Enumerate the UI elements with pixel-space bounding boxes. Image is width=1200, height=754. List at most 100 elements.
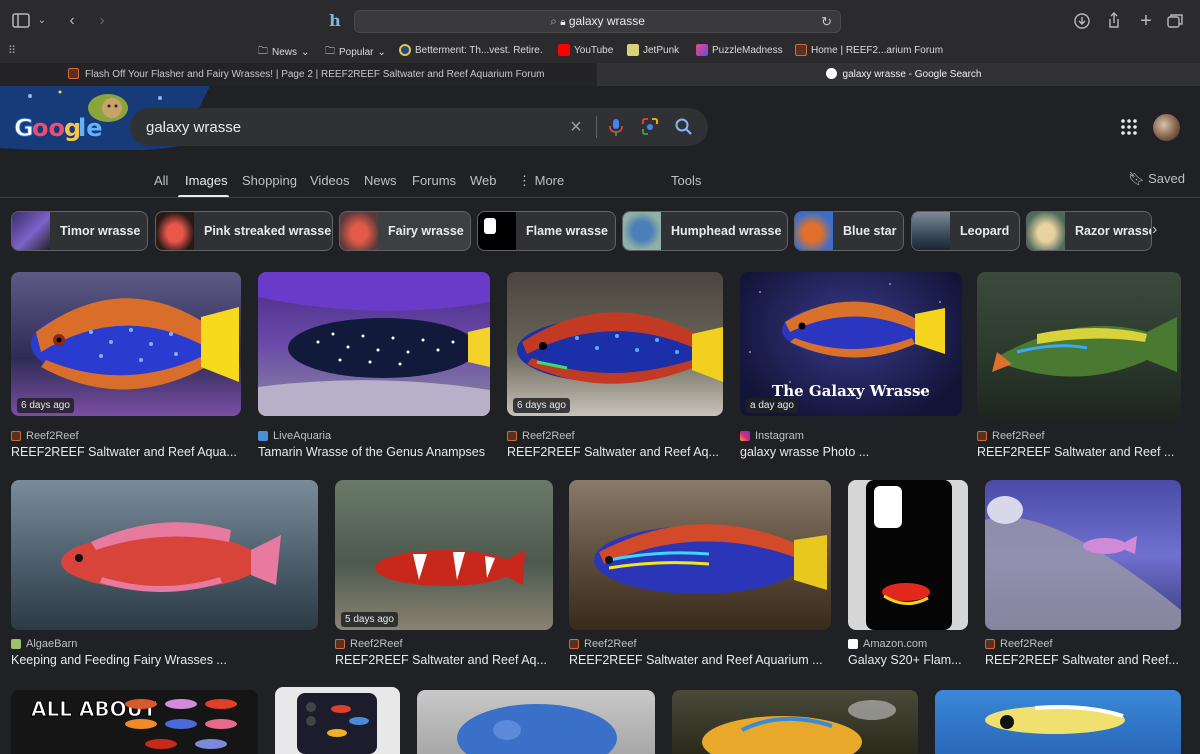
result-source[interactable]: Reef2Reef xyxy=(507,430,575,442)
new-tab-icon[interactable]: + xyxy=(1136,10,1156,32)
clear-icon[interactable]: × xyxy=(566,116,586,138)
result-title[interactable]: REEF2REEF Saltwater and Reef Aquarium ..… xyxy=(569,653,831,667)
favorite-reef2reef[interactable]: Home | REEF2...arium Forum xyxy=(795,44,943,56)
favorite-news[interactable]: 🗀︎ News ⌄ xyxy=(258,44,309,61)
result-title[interactable]: Galaxy S20+ Flam... xyxy=(848,653,968,667)
result-title[interactable]: REEF2REEF Saltwater and Reef ... xyxy=(977,445,1181,459)
image-result[interactable]: 5 days ago Reef2Reef REEF2REEF Saltwater… xyxy=(335,480,553,670)
result-title[interactable]: REEF2REEF Saltwater and Reef... xyxy=(985,653,1181,667)
result-title[interactable]: galaxy wrasse Photo ... xyxy=(740,445,962,459)
image-result[interactable]: The Galaxy Wrasse a day ago Instagram ga… xyxy=(740,272,962,462)
google-apps-icon[interactable] xyxy=(1120,118,1138,136)
result-age-badge: 6 days ago xyxy=(17,398,74,413)
favorite-youtube[interactable]: YouTube xyxy=(558,44,613,56)
favorite-jetpunk[interactable]: JetPunk xyxy=(627,44,679,56)
chip-fairy-wrasse[interactable]: Fairy wrasse xyxy=(339,211,471,251)
tab-google-search[interactable]: galaxy wrasse - Google Search xyxy=(597,63,1200,86)
search-box[interactable]: galaxy wrasse × xyxy=(130,108,708,146)
result-source[interactable]: Reef2Reef xyxy=(977,430,1045,442)
chip-razor-wrasse[interactable]: Razor wrasse xyxy=(1026,211,1152,251)
chip-leopard[interactable]: Leopard xyxy=(911,211,1020,251)
result-source[interactable]: Reef2Reef xyxy=(335,638,403,650)
result-image[interactable] xyxy=(985,480,1181,630)
image-result[interactable] xyxy=(417,690,655,754)
result-title[interactable]: REEF2REEF Saltwater and Reef Aq... xyxy=(507,445,723,459)
image-result[interactable]: LiveAquaria Tamarin Wrasse of the Genus … xyxy=(258,272,490,462)
saved-link[interactable]: 🔖︎ Saved xyxy=(1128,171,1185,187)
result-image[interactable]: 6 days ago xyxy=(11,272,241,416)
result-image[interactable] xyxy=(848,480,968,630)
result-image[interactable] xyxy=(275,687,400,754)
favorite-popular[interactable]: 🗀︎ Popular ⌄ xyxy=(325,44,386,61)
tab-overview-icon[interactable] xyxy=(1166,10,1186,32)
image-result[interactable] xyxy=(275,687,400,754)
favorites-grid-icon[interactable]: ⠿ xyxy=(8,44,16,57)
nav-shopping[interactable]: Shopping xyxy=(242,173,297,188)
result-image[interactable]: 6 days ago xyxy=(507,272,723,416)
image-result[interactable] xyxy=(672,690,918,754)
sidebar-toggle-icon[interactable] xyxy=(12,10,30,32)
image-result[interactable]: Reef2Reef REEF2REEF Saltwater and Reef..… xyxy=(985,480,1181,670)
voice-search-icon[interactable] xyxy=(606,116,626,138)
honey-extension-icon[interactable]: h xyxy=(325,10,345,32)
chip-humphead-wrasse[interactable]: Humphead wrasse xyxy=(622,211,788,251)
chip-blue-star[interactable]: Blue star xyxy=(794,211,904,251)
result-image[interactable] xyxy=(672,690,918,754)
search-submit-icon[interactable] xyxy=(674,116,694,138)
chevron-right-icon[interactable]: › xyxy=(1152,221,1157,239)
result-image[interactable]: ALL ABOUT xyxy=(11,690,258,754)
result-source[interactable]: Instagram xyxy=(740,430,804,442)
downloads-icon[interactable] xyxy=(1073,10,1093,32)
result-image[interactable] xyxy=(569,480,831,630)
result-source[interactable]: Reef2Reef xyxy=(985,638,1053,650)
result-image[interactable] xyxy=(417,690,655,754)
nav-forums[interactable]: Forums xyxy=(412,173,456,188)
reef2reef-icon xyxy=(507,431,517,441)
image-result[interactable]: AlgaeBarn Keeping and Feeding Fairy Wras… xyxy=(11,480,318,670)
result-title[interactable]: REEF2REEF Saltwater and Reef Aq... xyxy=(335,653,553,667)
result-image[interactable]: The Galaxy Wrasse a day ago xyxy=(740,272,962,416)
image-result[interactable]: Reef2Reef REEF2REEF Saltwater and Reef A… xyxy=(569,480,831,670)
result-image[interactable] xyxy=(935,690,1181,754)
favorite-puzzlemadness[interactable]: PuzzleMadness xyxy=(696,44,783,56)
account-avatar[interactable] xyxy=(1153,114,1180,141)
sidebar-menu-chevron-icon[interactable]: ⌄ xyxy=(36,10,48,32)
result-title[interactable]: Tamarin Wrasse of the Genus Anampses xyxy=(258,445,490,459)
result-image[interactable] xyxy=(977,272,1181,422)
nav-web[interactable]: Web xyxy=(470,173,497,188)
nav-images[interactable]: Images xyxy=(185,173,228,188)
nav-videos[interactable]: Videos xyxy=(310,173,350,188)
back-icon[interactable]: ‹ xyxy=(62,10,82,32)
result-title[interactable]: Keeping and Feeding Fairy Wrasses ... xyxy=(11,653,318,667)
image-result[interactable]: 6 days ago Reef2Reef REEF2REEF Saltwater… xyxy=(507,272,723,462)
address-bar[interactable]: ⌕ 🔒︎ galaxy wrasse ↻ xyxy=(354,10,841,33)
result-source[interactable]: Reef2Reef xyxy=(11,430,79,442)
result-title[interactable]: REEF2REEF Saltwater and Reef Aqua... xyxy=(11,445,241,459)
result-source[interactable]: Reef2Reef xyxy=(569,638,637,650)
nav-all[interactable]: All xyxy=(154,173,168,188)
chip-flame-wrasse[interactable]: Flame wrasse xyxy=(477,211,616,251)
favorite-betterment[interactable]: Betterment: Th...vest. Retire. xyxy=(399,44,543,56)
tab-reef2reef[interactable]: Flash Off Your Flasher and Fairy Wrasses… xyxy=(0,63,597,86)
result-image[interactable] xyxy=(258,272,490,416)
search-input[interactable]: galaxy wrasse xyxy=(146,119,241,136)
nav-news[interactable]: News xyxy=(364,173,397,188)
nav-more[interactable]: ⋮ More xyxy=(518,173,564,189)
nav-tools[interactable]: Tools xyxy=(671,173,701,188)
result-image[interactable]: 5 days ago xyxy=(335,480,553,630)
share-icon[interactable] xyxy=(1105,10,1125,32)
reload-icon[interactable]: ↻ xyxy=(821,14,832,30)
image-result[interactable]: Reef2Reef REEF2REEF Saltwater and Reef .… xyxy=(977,272,1181,462)
result-source[interactable]: LiveAquaria xyxy=(258,430,331,442)
chip-timor-wrasse[interactable]: Timor wrasse xyxy=(11,211,148,251)
image-result[interactable]: ALL ABOUT xyxy=(11,690,258,754)
image-result[interactable] xyxy=(935,690,1181,754)
image-result[interactable]: 6 days ago Reef2Reef REEF2REEF Saltwater… xyxy=(11,272,241,462)
result-image[interactable] xyxy=(11,480,318,630)
forward-icon[interactable]: › xyxy=(92,10,112,32)
lens-search-icon[interactable] xyxy=(640,116,660,138)
chip-pink-streaked-wrasse[interactable]: Pink streaked wrasse xyxy=(155,211,333,251)
result-source[interactable]: Amazon.com xyxy=(848,638,927,650)
result-source[interactable]: AlgaeBarn xyxy=(11,638,77,650)
image-result[interactable]: Amazon.com Galaxy S20+ Flam... xyxy=(848,480,968,670)
